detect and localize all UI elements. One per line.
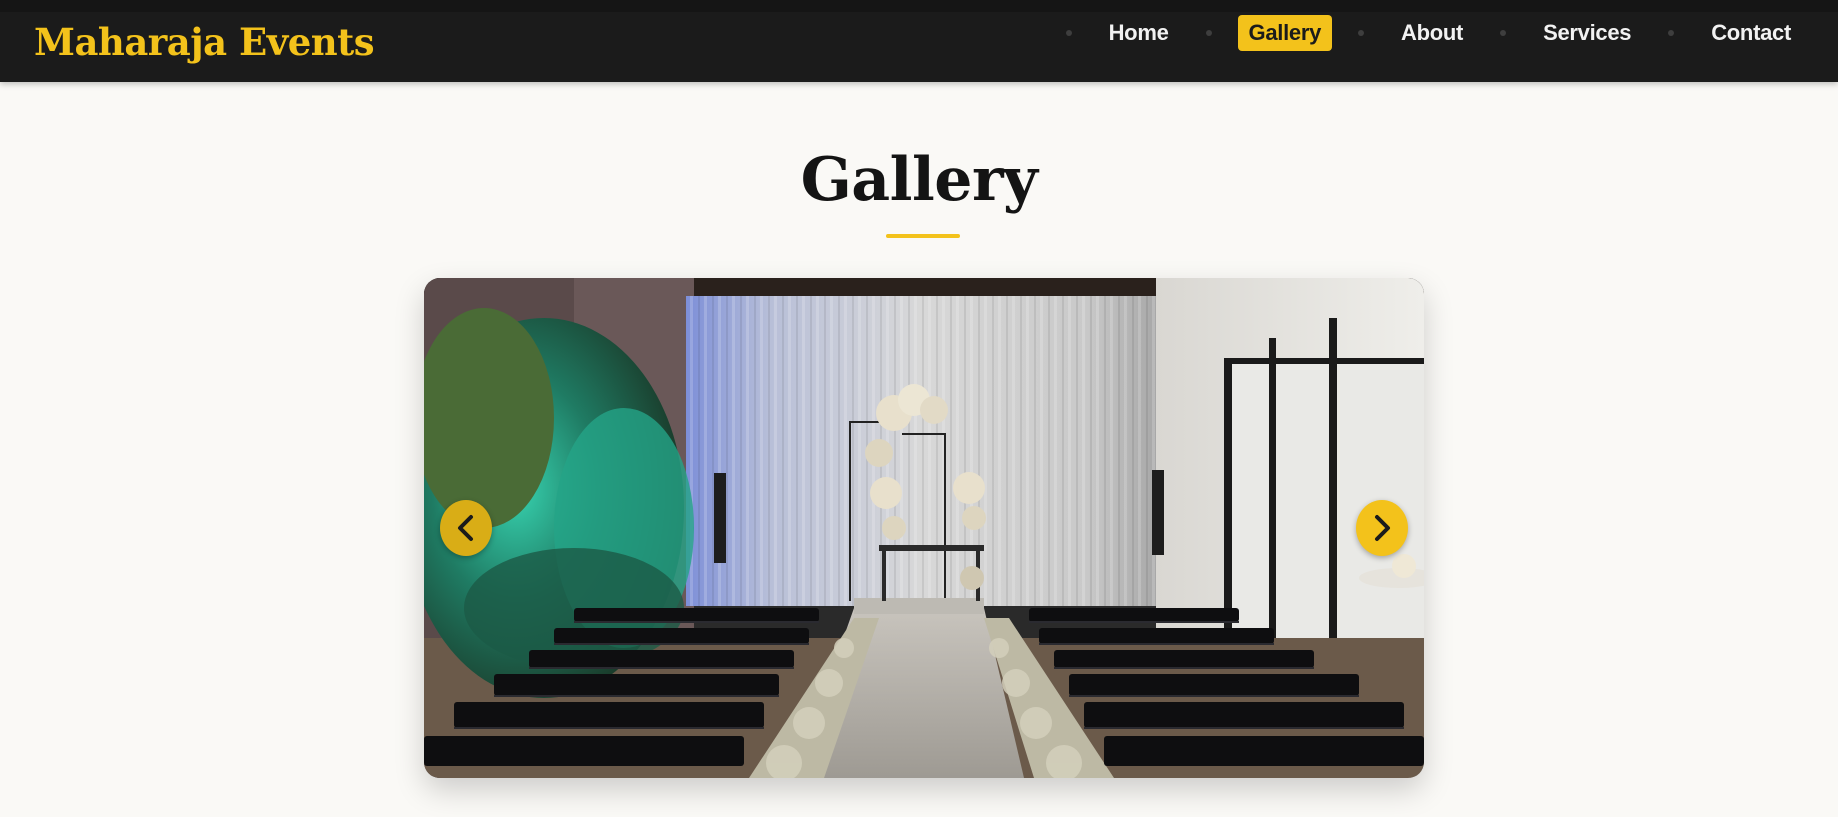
nav-separator-dot — [1205, 30, 1212, 36]
nav-separator-dot — [1065, 30, 1072, 36]
nav-item-home: Home — [1065, 15, 1180, 51]
nav-link-contact[interactable]: Contact — [1700, 15, 1802, 51]
nav-item-contact: Contact — [1668, 15, 1802, 51]
brand-logo[interactable]: Maharaja Events — [34, 14, 375, 70]
carousel-next-button[interactable] — [1356, 500, 1408, 556]
nav-item-gallery: Gallery — [1205, 15, 1333, 51]
nav-link-about[interactable]: About — [1390, 15, 1474, 51]
gallery-carousel[interactable] — [424, 278, 1424, 778]
nav-separator-dot — [1358, 30, 1365, 36]
nav-link-gallery[interactable]: Gallery — [1237, 15, 1333, 51]
chevron-right-icon — [1375, 515, 1390, 541]
nav-separator-dot — [1500, 30, 1507, 36]
nav-item-services: Services — [1500, 15, 1642, 51]
carousel-prev-button[interactable] — [440, 500, 492, 556]
chevron-left-icon — [458, 515, 473, 541]
section-title: Gallery — [800, 145, 1038, 215]
gallery-image — [424, 278, 1424, 778]
site-header: Maharaja Events Home Gallery About Servi… — [0, 0, 1838, 82]
main-nav: Home Gallery About Services Contact — [1040, 15, 1802, 51]
nav-link-home[interactable]: Home — [1098, 15, 1180, 51]
nav-link-services[interactable]: Services — [1532, 15, 1642, 51]
title-underline — [886, 234, 960, 238]
nav-separator-dot — [1668, 30, 1675, 36]
nav-item-about: About — [1358, 15, 1474, 51]
